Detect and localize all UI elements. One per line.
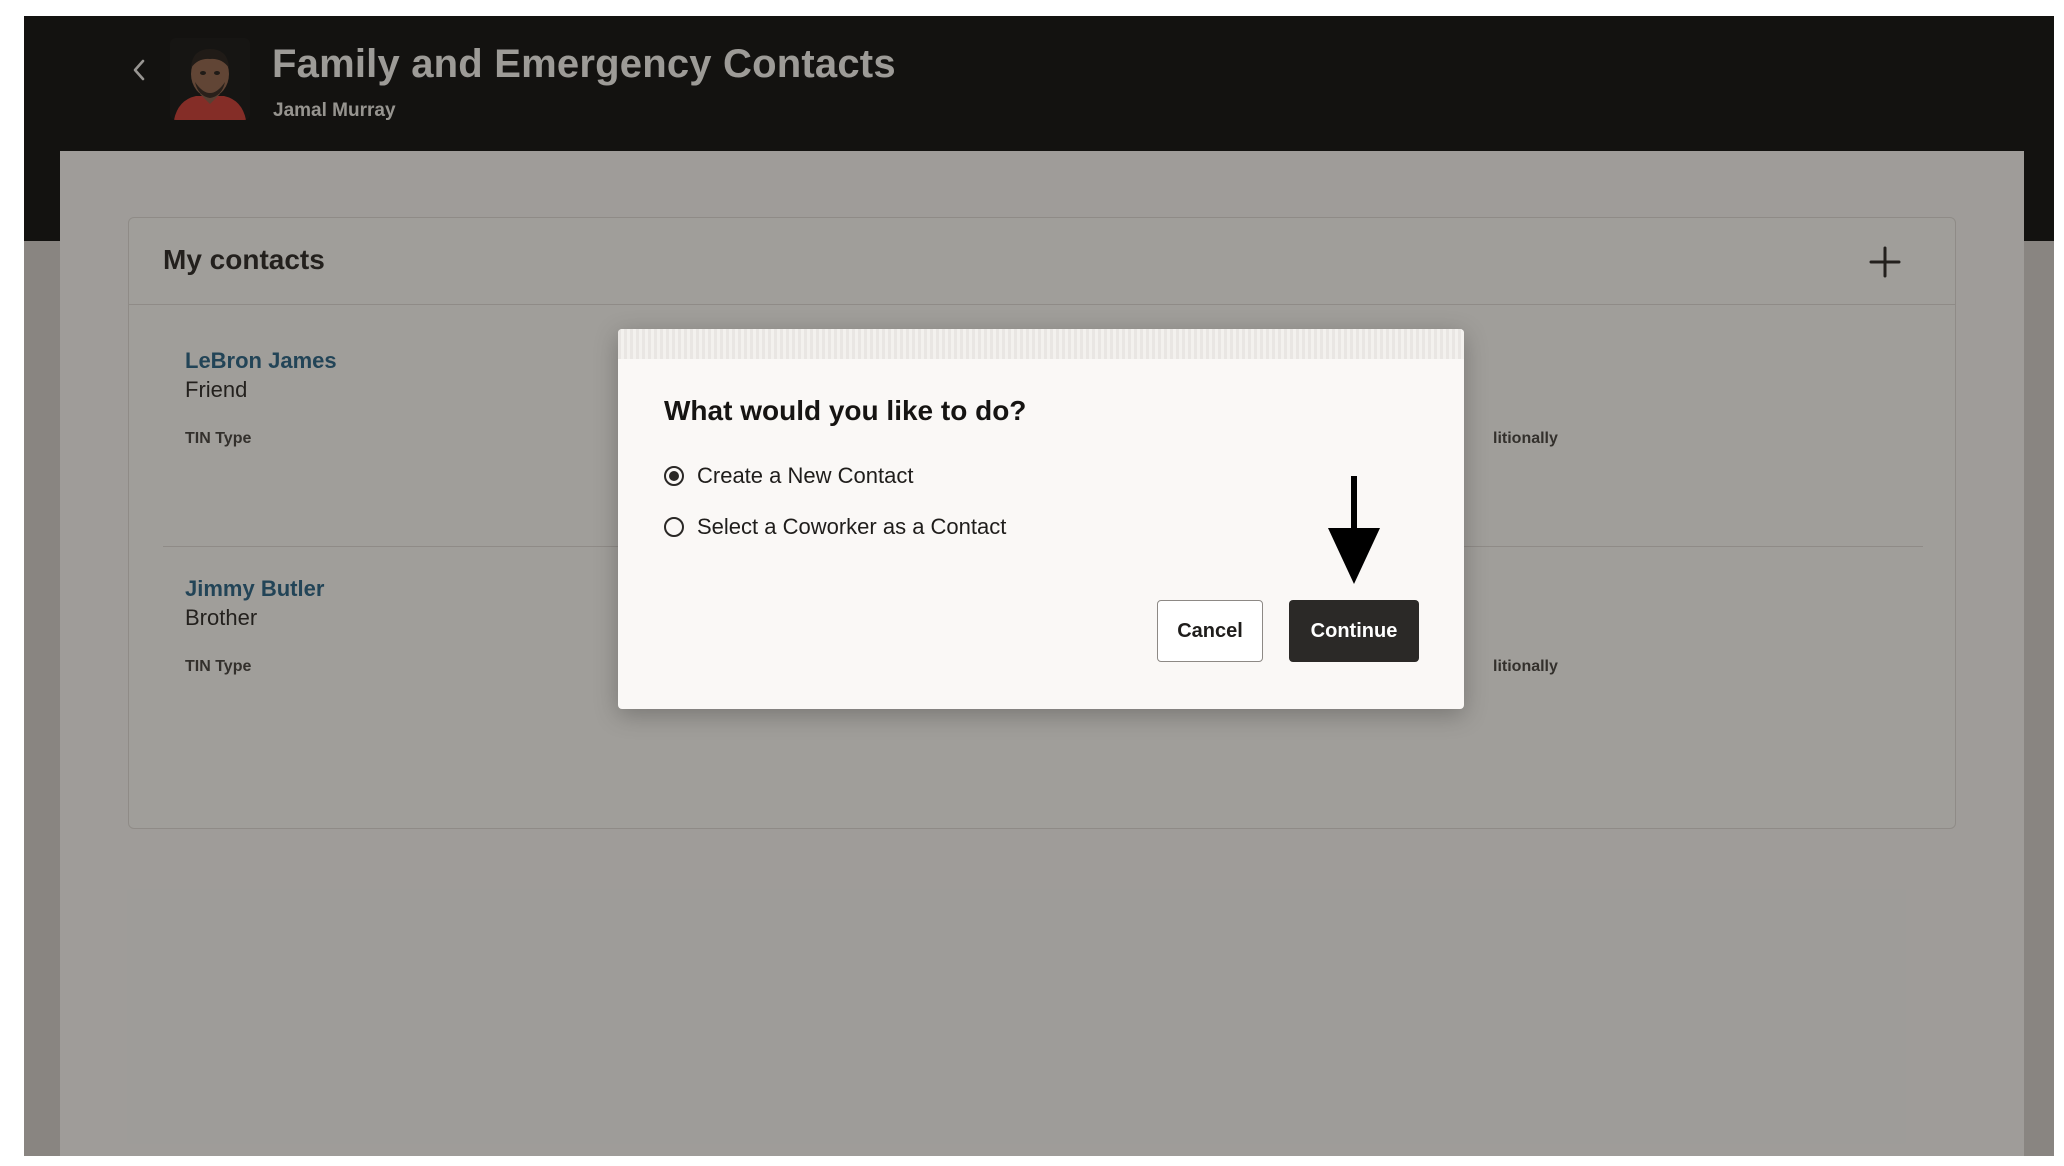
dialog-header-strip (618, 329, 1464, 359)
arrow-down-icon (1328, 476, 1380, 584)
radio-unselected-icon[interactable] (664, 517, 684, 537)
option-select-coworker[interactable]: Select a Coworker as a Contact (664, 514, 1006, 540)
cancel-button[interactable]: Cancel (1157, 600, 1263, 662)
option-create-new-contact[interactable]: Create a New Contact (664, 463, 913, 489)
continue-button[interactable]: Continue (1289, 600, 1419, 662)
option-label: Create a New Contact (697, 463, 914, 488)
dialog-title: What would you like to do? (664, 395, 1027, 426)
radio-selected-icon[interactable] (664, 466, 684, 486)
option-label: Select a Coworker as a Contact (697, 514, 1007, 539)
